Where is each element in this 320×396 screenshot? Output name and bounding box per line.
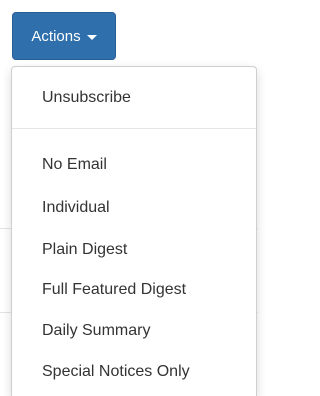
menu-item-special-notices-only[interactable]: Special Notices Only	[42, 362, 190, 382]
menu-item-unsubscribe[interactable]: Unsubscribe	[42, 88, 131, 108]
menu-item-plain-digest[interactable]: Plain Digest	[42, 240, 127, 260]
menu-item-daily-summary[interactable]: Daily Summary	[42, 321, 150, 341]
actions-button-label: Actions	[31, 27, 81, 45]
menu-item-no-email[interactable]: No Email	[42, 155, 107, 175]
actions-dropdown-menu: Unsubscribe No Email Individual Plain Di…	[11, 66, 257, 396]
menu-item-full-featured-digest[interactable]: Full Featured Digest	[42, 280, 186, 300]
menu-divider	[12, 128, 256, 129]
actions-dropdown-button[interactable]: Actions	[12, 12, 116, 60]
menu-item-individual[interactable]: Individual	[42, 198, 110, 218]
caret-down-icon	[86, 34, 97, 40]
page: Actions Unsubscribe No Email Individual …	[0, 0, 258, 396]
